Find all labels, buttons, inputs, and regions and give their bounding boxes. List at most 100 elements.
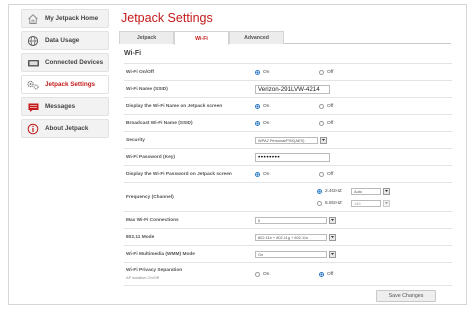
setting-label: 802.11 Mode: [126, 234, 155, 240]
radio-label: On: [263, 271, 270, 277]
setting-row-wmm: Wi-Fi Multimedia (WMM) Mode On: [124, 245, 452, 262]
setting-row-wifi-onoff: Wi-Fi On/Off On Off: [124, 63, 452, 80]
password-input[interactable]: ••••••••: [255, 152, 330, 162]
info-icon: [26, 123, 40, 135]
devices-icon: [26, 57, 40, 69]
radio-label: 5.8GHZ: [325, 200, 342, 206]
radio-selected-icon: [255, 120, 260, 126]
setting-row-frequency: Frequency (Channel) 2.4GHZ Auto 5.8GHZ 1…: [124, 182, 452, 211]
80211-mode-select[interactable]: 802.11b + 802.11g + 802.11n: [255, 233, 327, 241]
radio-label: Off: [327, 69, 334, 75]
radio-label: Off: [327, 171, 334, 177]
setting-row-80211-mode: 802.11 Mode 802.11b + 802.11g + 802.11n: [124, 228, 452, 245]
sidebar-item-label: Connected Devices: [45, 59, 104, 66]
chevron-down-icon: [385, 202, 388, 204]
sidebar-item-data-usage[interactable]: Data Usage: [21, 31, 109, 50]
frequency-24ghz-radio[interactable]: 2.4GHZ: [317, 188, 351, 194]
sidebar-nav: My Jetpack Home Data Usage Connected Dev…: [21, 9, 109, 141]
display-password-on-radio[interactable]: On: [255, 171, 319, 177]
sidebar-item-messages[interactable]: Messages: [21, 97, 109, 116]
page-title: Jetpack Settings: [121, 11, 213, 25]
radio-label: On: [263, 171, 270, 177]
setting-row-broadcast: Broadcast Wi-Fi Name (SSID) On Off: [124, 114, 452, 131]
setting-row-privacy-separation: Wi-Fi Privacy Separation AP isolation On…: [124, 262, 452, 286]
setting-label: Max Wi-Fi Connections: [126, 217, 179, 223]
channel-58ghz-dropdown-button[interactable]: [383, 199, 390, 207]
setting-label: Wi-Fi Name (SSID): [126, 86, 168, 92]
privacy-off-radio[interactable]: Off: [319, 271, 383, 277]
setting-label: Broadcast Wi-Fi Name (SSID): [126, 120, 193, 126]
radio-selected-icon: [319, 271, 324, 277]
tab-jetpack[interactable]: Jetpack: [119, 31, 174, 44]
sidebar-item-label: Data Usage: [45, 37, 80, 44]
radio-label: On: [263, 69, 270, 75]
wmm-select[interactable]: On: [255, 250, 327, 258]
security-select[interactable]: WPA2 Personal/PSK(AES): [255, 136, 318, 144]
wifi-settings-form: Wi-Fi On/Off On Off Wi-Fi Name (SSID) Ve…: [124, 63, 452, 286]
tab-advanced[interactable]: Advanced: [229, 31, 284, 44]
save-changes-button[interactable]: Save Changes: [376, 290, 436, 302]
radio-selected-icon: [255, 103, 260, 109]
radio-unselected-icon: [319, 120, 324, 126]
max-connections-select[interactable]: 5: [255, 216, 327, 224]
sidebar-item-jetpack-settings[interactable]: Jetpack Settings: [21, 75, 109, 94]
max-connections-dropdown-button[interactable]: [329, 216, 336, 224]
message-icon: [26, 101, 40, 113]
setting-row-password: Wi-Fi Password (Key) ••••••••: [124, 148, 452, 165]
radio-label: Off: [327, 120, 334, 126]
setting-label: Wi-Fi Password (Key): [126, 154, 175, 160]
radio-unselected-icon: [319, 69, 324, 75]
home-icon: [26, 13, 40, 25]
radio-label: On: [263, 103, 270, 109]
sidebar-item-label: Messages: [45, 103, 76, 110]
sidebar-item-label: My Jetpack Home: [45, 15, 99, 22]
setting-sublabel: AP isolation On/Off: [126, 275, 159, 280]
privacy-on-radio[interactable]: On: [255, 271, 319, 277]
display-password-off-radio[interactable]: Off: [319, 171, 383, 177]
channel-24ghz-dropdown-button[interactable]: [383, 187, 390, 195]
security-dropdown-button[interactable]: [320, 136, 327, 144]
sidebar-item-connected-devices[interactable]: Connected Devices: [21, 53, 109, 72]
wmm-dropdown-button[interactable]: [329, 250, 336, 258]
radio-unselected-icon: [255, 271, 260, 277]
setting-label-text: Wi-Fi Privacy Separation: [126, 268, 183, 273]
radio-selected-icon: [255, 171, 260, 177]
chevron-down-icon: [385, 190, 388, 192]
sidebar-item-label: About Jetpack: [45, 125, 89, 132]
setting-row-max-connections: Max Wi-Fi Connections 5: [124, 211, 452, 228]
sidebar-item-about-jetpack[interactable]: About Jetpack: [21, 119, 109, 138]
setting-label: Wi-Fi Privacy Separation AP isolation On…: [124, 268, 255, 280]
ssid-input[interactable]: Verizon-291LVW-4214: [255, 84, 330, 94]
setting-label: Display the Wi-Fi Password on Jetpack sc…: [126, 171, 232, 177]
radio-selected-icon: [255, 69, 260, 75]
settings-tabs: Jetpack Wi-Fi Advanced: [119, 31, 451, 45]
setting-row-display-password: Display the Wi-Fi Password on Jetpack sc…: [124, 165, 452, 182]
channel-24ghz-select[interactable]: Auto: [351, 187, 381, 195]
sidebar-item-label: Jetpack Settings: [45, 81, 96, 88]
setting-row-security: Security WPA2 Personal/PSK(AES): [124, 131, 452, 148]
radio-label: 2.4GHZ: [325, 188, 342, 194]
tab-wifi[interactable]: Wi-Fi: [174, 31, 229, 45]
channel-58ghz-select[interactable]: 149: [351, 199, 381, 207]
display-name-on-radio[interactable]: On: [255, 103, 319, 109]
broadcast-off-radio[interactable]: Off: [319, 120, 383, 126]
section-title: Wi-Fi: [124, 50, 142, 57]
display-name-off-radio[interactable]: Off: [319, 103, 383, 109]
radio-unselected-icon: [317, 200, 322, 206]
setting-label: Wi-Fi On/Off: [126, 69, 154, 75]
globe-icon: [26, 35, 40, 47]
setting-row-display-name: Display the Wi-Fi Name on Jetpack screen…: [124, 97, 452, 114]
80211-mode-dropdown-button[interactable]: [329, 233, 336, 241]
radio-label: Off: [327, 271, 334, 277]
setting-label: Frequency (Channel): [126, 194, 174, 200]
setting-row-ssid: Wi-Fi Name (SSID) Verizon-291LVW-4214: [124, 80, 452, 97]
wifi-off-radio[interactable]: Off: [319, 69, 383, 75]
setting-label: Wi-Fi Multimedia (WMM) Mode: [126, 251, 195, 257]
chevron-down-icon: [331, 253, 334, 255]
sidebar-item-my-jetpack-home[interactable]: My Jetpack Home: [21, 9, 109, 28]
setting-label: Display the Wi-Fi Name on Jetpack screen: [126, 103, 223, 109]
radio-unselected-icon: [319, 171, 324, 177]
frequency-58ghz-radio[interactable]: 5.8GHZ: [317, 200, 351, 206]
wifi-on-radio[interactable]: On: [255, 69, 319, 75]
broadcast-on-radio[interactable]: On: [255, 120, 319, 126]
